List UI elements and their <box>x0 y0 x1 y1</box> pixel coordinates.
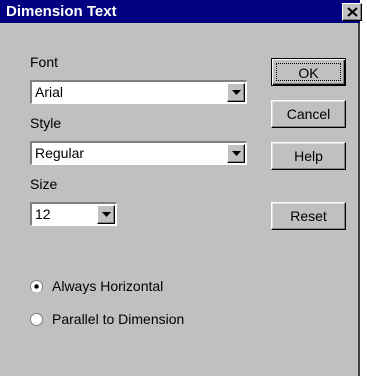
help-label: Help <box>294 148 323 164</box>
help-button[interactable]: Help <box>271 142 346 170</box>
title-bar: Dimension Text <box>0 0 362 23</box>
reset-label: Reset <box>290 208 327 224</box>
size-select[interactable]: 12 <box>30 202 117 226</box>
style-select[interactable]: Regular <box>30 141 247 165</box>
always-horizontal-label: Always Horizontal <box>52 278 164 294</box>
style-label: Style <box>30 115 62 131</box>
reset-button[interactable]: Reset <box>271 202 346 230</box>
style-value: Regular <box>35 145 85 161</box>
cancel-button[interactable]: Cancel <box>271 100 346 128</box>
font-label: Font <box>30 54 59 70</box>
radio-unselected-icon <box>30 313 43 326</box>
chevron-down-icon <box>232 151 241 156</box>
size-label: Size <box>30 176 58 192</box>
font-select[interactable]: Arial <box>30 80 247 104</box>
font-dropdown-button[interactable] <box>227 83 245 102</box>
chevron-down-icon <box>102 212 111 217</box>
radio-selected-icon <box>30 280 43 293</box>
ok-button[interactable]: OK <box>271 58 346 86</box>
dimension-text-dialog: Dimension Text Font Arial Style Regular … <box>0 0 362 376</box>
font-value: Arial <box>35 84 64 100</box>
close-icon <box>347 7 358 17</box>
close-button[interactable] <box>342 3 362 21</box>
ok-label: OK <box>298 65 319 81</box>
dialog-title: Dimension Text <box>6 3 117 20</box>
cancel-label: Cancel <box>286 106 331 122</box>
size-value: 12 <box>35 206 51 222</box>
parallel-to-dimension-label: Parallel to Dimension <box>52 311 185 327</box>
chevron-down-icon <box>232 90 241 95</box>
style-dropdown-button[interactable] <box>227 144 245 163</box>
ok-focus-rect: OK <box>276 63 341 81</box>
size-dropdown-button[interactable] <box>97 205 115 224</box>
